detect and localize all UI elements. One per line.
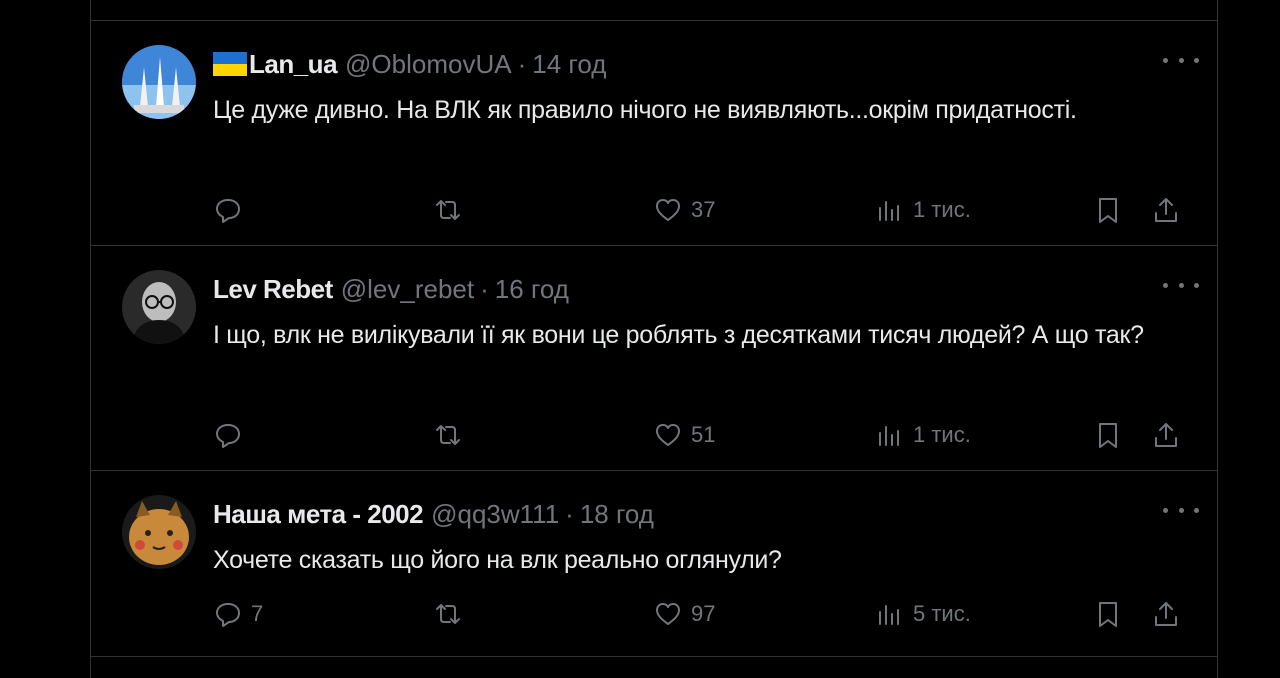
- views-icon: [879, 426, 899, 446]
- bookmark-button[interactable]: [1093, 418, 1123, 452]
- divider: [91, 656, 1217, 657]
- timestamp[interactable]: 18 год: [580, 499, 654, 530]
- avatar[interactable]: [122, 45, 196, 119]
- more-icon[interactable]: [1163, 497, 1199, 523]
- like-icon: [656, 199, 680, 221]
- tweet-3[interactable]: Наша мета - 2002 @qq3w111 · 18 год Хочет…: [91, 471, 1217, 657]
- views-icon: [879, 605, 899, 625]
- retweet-button[interactable]: [433, 597, 471, 631]
- more-icon[interactable]: [1163, 47, 1199, 73]
- views-count: 5 тис.: [913, 601, 971, 626]
- retweet-button[interactable]: [433, 193, 471, 227]
- avatar[interactable]: [122, 270, 196, 344]
- views-button[interactable]: 1 тис.: [875, 418, 971, 452]
- tweet-header: Наша мета - 2002 @qq3w111 · 18 год: [213, 499, 1197, 529]
- tweet-header: Lev Rebet @lev_rebet · 16 год: [213, 274, 1197, 304]
- share-button[interactable]: [1151, 597, 1181, 631]
- tweet-text: І що, влк не вилікували її як вони це ро…: [213, 321, 1144, 349]
- reply-button[interactable]: 7: [213, 597, 263, 631]
- share-icon: [1155, 602, 1177, 626]
- retweet-button[interactable]: [433, 418, 471, 452]
- like-count: 37: [691, 197, 716, 222]
- like-button[interactable]: 37: [653, 193, 715, 227]
- author-name[interactable]: Lev Rebet: [213, 274, 333, 305]
- like-button[interactable]: 51: [653, 418, 715, 452]
- bookmark-icon: [1099, 602, 1117, 627]
- author-handle[interactable]: @OblomovUA: [345, 49, 512, 80]
- retweet-icon: [436, 200, 460, 220]
- timeline-column: Lan_ua @OblomovUA · 14 год Це дуже дивно…: [90, 0, 1218, 678]
- views-button[interactable]: 1 тис.: [875, 193, 971, 227]
- views-icon: [879, 201, 899, 221]
- share-icon: [1155, 423, 1177, 447]
- tweet-actions: 37 1 тис.: [213, 193, 1193, 227]
- like-icon: [656, 603, 680, 625]
- like-count: 97: [691, 601, 716, 626]
- author-handle[interactable]: @qq3w111: [431, 499, 559, 530]
- views-button[interactable]: 5 тис.: [875, 597, 971, 631]
- tweet-text: Хочете сказать що його на влк реально ог…: [213, 546, 782, 574]
- tweet-1[interactable]: Lan_ua @OblomovUA · 14 год Це дуже дивно…: [91, 21, 1217, 245]
- author-name[interactable]: Lan_ua: [249, 49, 338, 80]
- share-button[interactable]: [1151, 193, 1181, 227]
- like-button[interactable]: 97: [653, 597, 715, 631]
- like-icon: [656, 424, 680, 446]
- tweet-actions: 7 97 5 тис.: [213, 597, 1193, 631]
- avatar[interactable]: [122, 495, 196, 569]
- tweet-text: Це дуже дивно. На ВЛК як правило нічого …: [213, 96, 1077, 124]
- reply-button[interactable]: [213, 418, 251, 452]
- reply-icon: [216, 603, 240, 627]
- bookmark-icon: [1099, 198, 1117, 223]
- views-count: 1 тис.: [913, 422, 971, 447]
- timestamp[interactable]: 14 год: [532, 49, 606, 80]
- views-count: 1 тис.: [913, 197, 971, 222]
- reply-icon: [216, 424, 240, 448]
- retweet-icon: [436, 425, 460, 445]
- share-icon: [1155, 198, 1177, 222]
- tweet-header: Lan_ua @OblomovUA · 14 год: [213, 49, 1197, 79]
- separator: ·: [480, 273, 489, 304]
- bookmark-button[interactable]: [1093, 193, 1123, 227]
- retweet-icon: [436, 604, 460, 624]
- timestamp[interactable]: 16 год: [495, 274, 569, 305]
- separator: ·: [565, 498, 574, 529]
- reply-icon: [216, 199, 240, 223]
- like-count: 51: [691, 422, 716, 447]
- more-icon[interactable]: [1163, 272, 1199, 298]
- ukraine-flag-icon: [213, 52, 247, 76]
- reply-count: 7: [251, 601, 264, 626]
- bookmark-icon: [1099, 423, 1117, 448]
- author-name[interactable]: Наша мета - 2002: [213, 499, 424, 530]
- separator: ·: [517, 48, 527, 79]
- tweet-2[interactable]: Lev Rebet @lev_rebet · 16 год І що, влк …: [91, 246, 1217, 470]
- tweet-actions: 51 1 тис.: [213, 418, 1193, 452]
- author-handle[interactable]: @lev_rebet: [341, 274, 474, 305]
- bookmark-button[interactable]: [1093, 597, 1123, 631]
- reply-button[interactable]: [213, 193, 251, 227]
- share-button[interactable]: [1151, 418, 1181, 452]
